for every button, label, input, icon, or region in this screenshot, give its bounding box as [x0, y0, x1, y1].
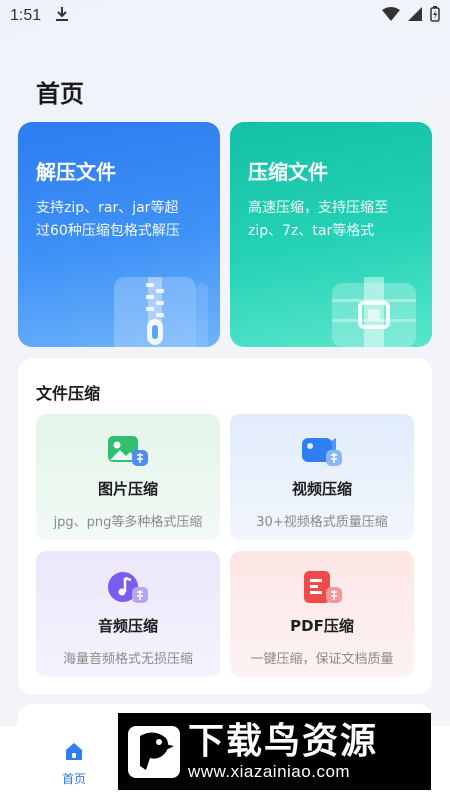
- nav-home[interactable]: 首页: [52, 740, 96, 787]
- home-icon: [66, 743, 82, 760]
- pdf-compress-tile[interactable]: PDF压缩 一键压缩，保证文档质量: [230, 551, 414, 677]
- download-icon: [55, 6, 69, 26]
- zip-card-desc-line2: zip、7z、tar等格式: [248, 223, 375, 239]
- tile-title: 视频压缩: [291, 480, 352, 498]
- tile-desc: 海量音频格式无损压缩: [62, 652, 193, 667]
- status-time: 1:51: [10, 7, 42, 24]
- unzip-card-title: 解压文件: [36, 160, 116, 184]
- tile-title: 图片压缩: [97, 480, 158, 498]
- watermark-url: www.xiazainiao.com: [188, 761, 351, 781]
- tile-title: PDF压缩: [290, 617, 354, 635]
- image-compress-tile[interactable]: 图片压缩 jpg、png等多种格式压缩: [36, 414, 220, 540]
- zipper-file-icon: [114, 277, 208, 347]
- audio-compress-tile[interactable]: 音频压缩 海量音频格式无损压缩: [36, 551, 220, 677]
- zip-card[interactable]: 压缩文件 高速压缩，支持压缩至 zip、7z、tar等格式: [230, 122, 432, 347]
- status-bar: 1:51: [0, 0, 450, 32]
- bird-logo-icon: [128, 725, 180, 778]
- zip-card-desc-line1: 高速压缩，支持压缩至: [248, 200, 388, 216]
- video-compress-tile[interactable]: 视频压缩 30+视频格式质量压缩: [230, 414, 414, 540]
- music-note-icon: [108, 572, 148, 603]
- nav-home-label: 首页: [61, 772, 86, 786]
- video-camera-icon: [302, 438, 342, 466]
- archive-box-icon: [332, 277, 416, 347]
- pdf-document-icon: [304, 571, 342, 603]
- tile-title: 音频压缩: [97, 617, 158, 635]
- wifi-icon: [382, 7, 400, 25]
- tile-desc: 30+视频格式质量压缩: [256, 515, 388, 530]
- tile-desc: jpg、png等多种格式压缩: [53, 515, 203, 530]
- unzip-card-desc-line2: 过60种压缩包格式解压: [36, 223, 180, 239]
- battery-icon: [430, 6, 440, 26]
- tile-desc: 一键压缩，保证文档质量: [250, 652, 394, 667]
- file-compress-section: 文件压缩 图片压缩 jpg、png等多种格式压缩 视频压缩 30+视频格式质量压…: [18, 358, 432, 694]
- image-icon: [108, 436, 148, 466]
- unzip-card[interactable]: 解压文件 支持zip、rar、jar等超 过60种压缩包格式解压: [18, 122, 220, 347]
- page-title: 首页: [36, 80, 84, 108]
- watermark-title: 下载鸟资源: [188, 720, 379, 762]
- unzip-card-desc-line1: 支持zip、rar、jar等超: [36, 200, 179, 216]
- watermark-banner: 下载鸟资源 www.xiazainiao.com: [118, 713, 431, 790]
- section-title: 文件压缩: [36, 384, 101, 403]
- signal-icon: [408, 7, 422, 25]
- zip-card-title: 压缩文件: [248, 160, 328, 184]
